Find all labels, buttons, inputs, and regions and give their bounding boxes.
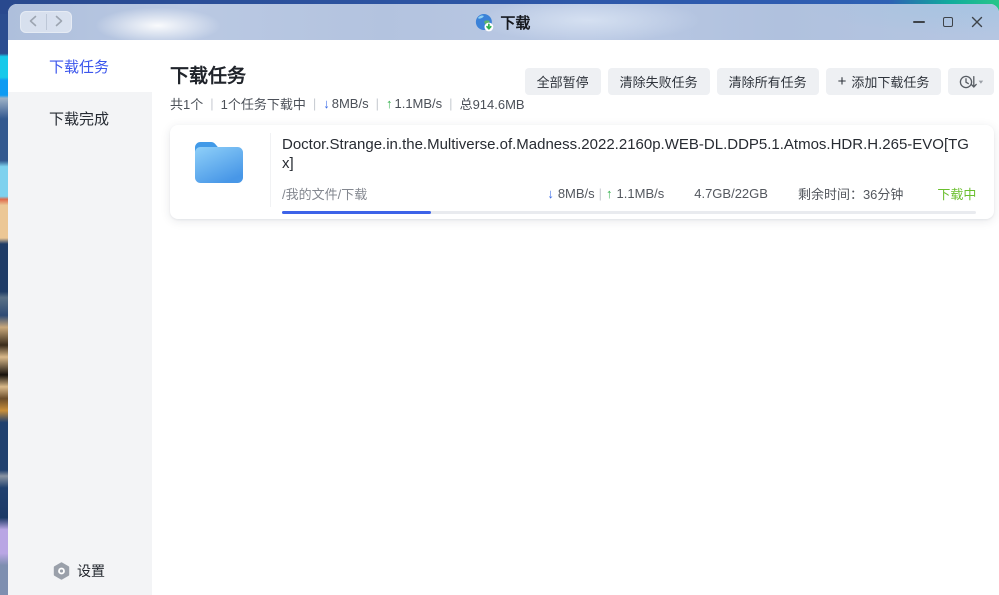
task-meta-row: /我的文件/下载 ↓ 8MB/s | ↑ 1.1MB/s 4.7GB/22GB …	[282, 184, 976, 203]
main-header: 下载任务 共1个 | 1个任务下载中 | ↓ 8MB/s | ↑ 1	[170, 40, 994, 113]
download-globe-icon	[474, 13, 493, 32]
close-icon	[971, 16, 983, 28]
app-window: 下载 下载任务 下载完成	[8, 4, 999, 595]
stat-down-speed: ↓ 8MB/s	[323, 96, 368, 111]
task-up-speed: 1.1MB/s	[617, 186, 665, 201]
nav-button-group	[20, 11, 72, 33]
down-arrow-icon: ↓	[323, 96, 330, 111]
sidebar-item-download-tasks[interactable]: 下载任务	[8, 40, 152, 92]
clear-all-button[interactable]: 清除所有任务	[717, 68, 819, 95]
task-details: Doctor.Strange.in.the.Multiverse.of.Madn…	[282, 135, 976, 219]
task-status-badge: 下载中	[937, 184, 976, 203]
sidebar-settings[interactable]: 设置	[52, 561, 105, 581]
maximize-button[interactable]	[933, 9, 962, 35]
settings-label: 设置	[77, 561, 105, 581]
forward-button[interactable]	[47, 11, 73, 33]
task-remaining-time: 剩余时间：36分钟	[798, 184, 903, 203]
card-divider	[270, 133, 271, 207]
minimize-button[interactable]	[904, 9, 933, 35]
minimize-icon	[913, 21, 925, 23]
sort-by-time-icon	[959, 74, 984, 90]
header-left: 下载任务 共1个 | 1个任务下载中 | ↓ 8MB/s | ↑ 1	[170, 66, 525, 113]
titlebar: 下载	[8, 4, 999, 40]
progress-bar-track	[282, 211, 976, 214]
sort-order-button[interactable]	[948, 68, 994, 95]
task-down-speed: 8MB/s	[558, 186, 595, 201]
stat-count: 共1个	[170, 94, 203, 113]
stat-downloading: 1个任务下载中	[221, 94, 306, 113]
down-arrow-icon: ↓	[547, 186, 554, 201]
plus-icon: +	[838, 74, 847, 89]
up-arrow-icon: ↑	[606, 186, 613, 201]
stat-separator: |	[376, 96, 379, 111]
task-speeds: ↓ 8MB/s | ↑ 1.1MB/s	[547, 186, 664, 201]
gear-icon	[52, 562, 71, 581]
window-controls	[904, 9, 991, 35]
sidebar: 下载任务 下载完成 设置	[8, 40, 152, 595]
toolbar: 全部暂停 清除失败任务 清除所有任务 + 添加下载任务	[525, 68, 995, 95]
add-task-button[interactable]: + 添加下载任务	[826, 68, 942, 95]
progress-fill	[282, 211, 431, 214]
app-body: 下载任务 下载完成 设置 下载任务 共1个	[8, 40, 999, 595]
task-size: 4.7GB/22GB	[694, 186, 768, 201]
stat-up-speed: ↑ 1.1MB/s	[386, 96, 442, 111]
folder-icon	[190, 138, 248, 187]
clear-failed-button[interactable]: 清除失败任务	[608, 68, 710, 95]
desktop-wallpaper-left-strip	[0, 0, 8, 595]
download-task-card[interactable]: Doctor.Strange.in.the.Multiverse.of.Madn…	[170, 125, 994, 219]
stat-total-size: 总914.6MB	[460, 94, 525, 113]
page-title: 下载任务	[170, 66, 525, 88]
main-panel: 下载任务 共1个 | 1个任务下载中 | ↓ 8MB/s | ↑ 1	[152, 40, 999, 595]
up-arrow-icon: ↑	[386, 96, 393, 111]
pause-all-button[interactable]: 全部暂停	[525, 68, 601, 95]
stat-separator: |	[449, 96, 452, 111]
summary-stats: 共1个 | 1个任务下载中 | ↓ 8MB/s | ↑ 1.1MB/s	[170, 94, 525, 113]
sidebar-item-download-complete[interactable]: 下载完成	[8, 92, 152, 144]
back-button[interactable]	[20, 11, 46, 33]
speed-separator: |	[599, 186, 602, 201]
window-title: 下载	[500, 12, 530, 33]
chevron-right-icon	[54, 15, 64, 30]
stat-separator: |	[210, 96, 213, 111]
task-filename: Doctor.Strange.in.the.Multiverse.of.Madn…	[282, 135, 976, 173]
maximize-icon	[943, 17, 953, 27]
stat-separator: |	[313, 96, 316, 111]
chevron-left-icon	[28, 15, 38, 30]
window-title-group: 下载	[474, 4, 530, 40]
task-path: /我的文件/下载	[282, 184, 547, 203]
close-button[interactable]	[962, 9, 991, 35]
